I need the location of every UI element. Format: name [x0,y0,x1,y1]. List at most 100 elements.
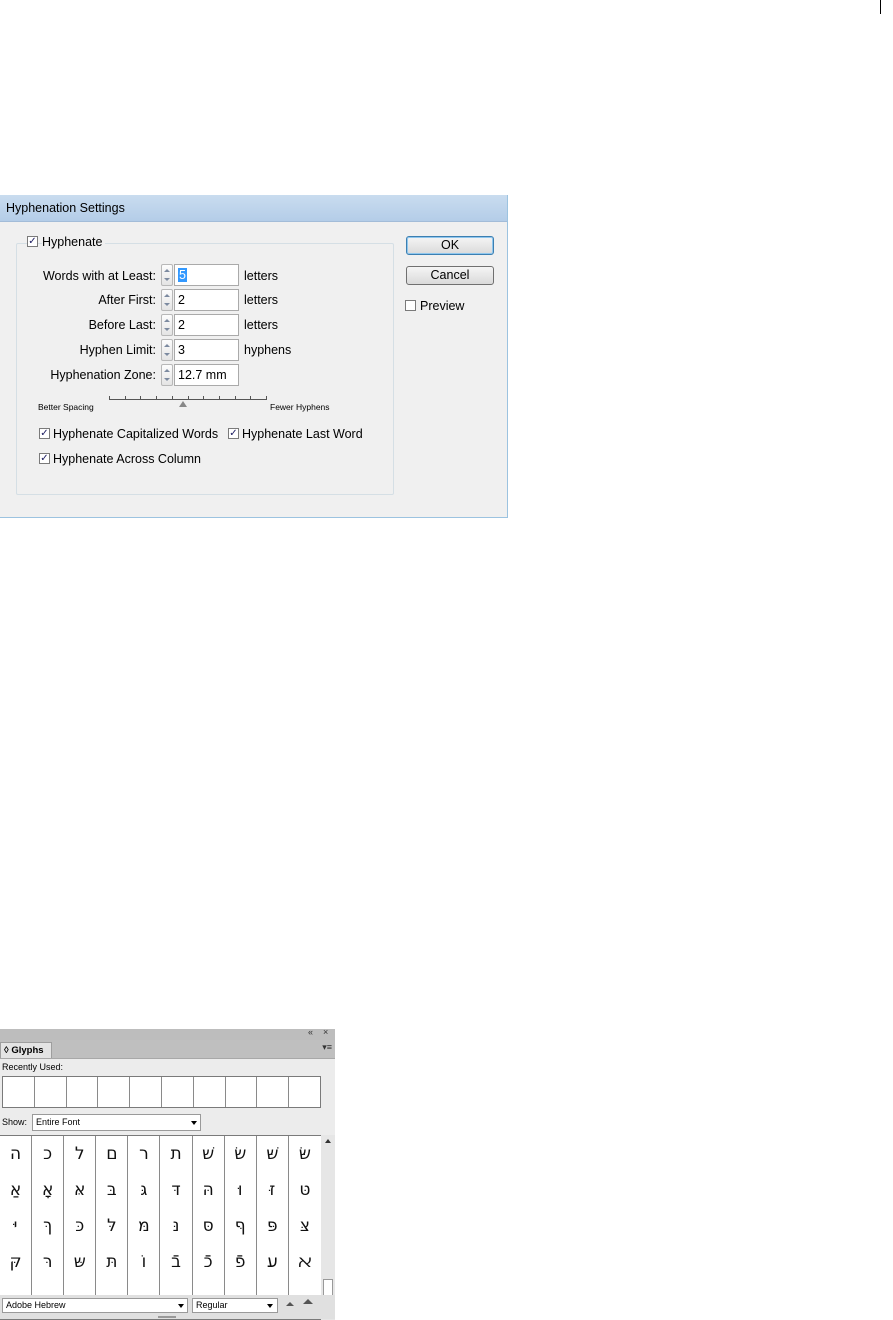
zoom-out-icon[interactable] [286,1302,294,1306]
preview-checkbox[interactable] [405,300,416,311]
close-icon[interactable]: × [323,1027,328,1037]
after-first-unit: letters [244,293,279,307]
glyph-cell[interactable]: כֿ [193,1244,225,1280]
recent-glyph-slot[interactable] [194,1077,226,1107]
glyph-cell[interactable]: יּ [0,1208,33,1244]
scroll-up-icon[interactable] [325,1139,331,1143]
glyph-cell[interactable]: הּ [193,1172,225,1208]
glyph-cell[interactable]: אָ [32,1172,65,1208]
glyph-cell[interactable]: אּ [64,1172,97,1208]
stepper-down-icon[interactable] [164,278,170,281]
tab-glyphs[interactable]: ◊ Glyphs [0,1042,52,1058]
recent-glyph-slot[interactable] [35,1077,67,1107]
glyph-cell[interactable]: בֿ [160,1244,193,1280]
glyph-cell[interactable]: זּ [257,1172,289,1208]
glyph-cell[interactable]: לּ [96,1208,129,1244]
glyph-cell[interactable]: שׂ [225,1136,257,1172]
glyph-cell[interactable]: ם [96,1136,129,1172]
glyph-cell[interactable]: ה [0,1136,33,1172]
recent-glyph-slot[interactable] [289,1077,320,1107]
glyph-cell[interactable]: וֹ [128,1244,161,1280]
glyph-cell[interactable]: שּׁ [257,1136,289,1172]
glyph-cell[interactable]: פּ [257,1208,289,1244]
recent-glyph-slot[interactable] [257,1077,290,1107]
glyph-cell[interactable]: נּ [160,1208,193,1244]
stepper-down-icon[interactable] [164,303,170,306]
ok-button[interactable]: OK [406,236,494,255]
stepper-up-icon[interactable] [164,294,170,297]
after-first-stepper[interactable] [161,289,173,311]
glyph-cell[interactable]: צּ [289,1208,321,1244]
stepper-up-icon[interactable] [164,319,170,322]
last-word-label: Hyphenate Last Word [242,427,363,441]
last-word-checkbox[interactable]: ✓ [228,428,239,439]
panel-tab-row: ◊ Glyphs ▾≡ [0,1040,335,1059]
stepper-up-icon[interactable] [164,344,170,347]
zoom-in-icon[interactable] [303,1299,313,1304]
capitalized-words-checkbox[interactable]: ✓ [39,428,50,439]
hyphen-limit-field[interactable]: 3 [174,339,239,361]
glyph-cell[interactable]: שּׂ [289,1136,321,1172]
hyphenation-zone-stepper[interactable] [161,364,173,386]
glyph-cell[interactable]: רּ [32,1244,65,1280]
stepper-up-icon[interactable] [164,369,170,372]
glyph-cell[interactable]: כּ [64,1208,97,1244]
glyph-cell[interactable]: ר [128,1136,161,1172]
glyph-cell[interactable]: ךּ [32,1208,65,1244]
before-last-stepper[interactable] [161,314,173,336]
recent-glyph-slot[interactable] [98,1077,131,1107]
before-last-label: Before Last: [88,318,156,332]
glyph-cell[interactable]: ףּ [225,1208,257,1244]
checkmark-icon: ✓ [40,453,49,464]
recent-glyph-slot[interactable] [226,1077,258,1107]
panel-menu-icon[interactable]: ▾≡ [322,1042,332,1053]
glyph-cell[interactable]: וּ [225,1172,257,1208]
glyph-cell[interactable]: כ [32,1136,65,1172]
hyphen-limit-stepper[interactable] [161,339,173,361]
slider-tick [250,396,251,400]
hyphenation-slider-thumb[interactable] [178,401,187,407]
collapse-icon[interactable]: « [308,1027,313,1037]
glyph-cell[interactable]: בּ [96,1172,129,1208]
recent-glyph-slot[interactable] [162,1077,194,1107]
glyph-cell[interactable]: גּ [128,1172,161,1208]
glyph-cell[interactable]: תּ [96,1244,129,1280]
words-min-field[interactable]: 5 [174,264,239,286]
capitalized-words-label: Hyphenate Capitalized Words [53,427,219,441]
glyph-cell[interactable]: ﬡ [289,1244,321,1280]
glyph-cell[interactable]: שּ [64,1244,97,1280]
font-style-select[interactable]: Regular [192,1298,278,1313]
glyph-cell[interactable]: קּ [0,1244,33,1280]
glyph-cell[interactable]: ﬠ [257,1244,289,1280]
glyph-cell[interactable]: סּ [193,1208,225,1244]
stepper-down-icon[interactable] [164,328,170,331]
font-family-select[interactable]: Adobe Hebrew [2,1298,188,1313]
show-select[interactable]: Entire Font [32,1114,201,1131]
hyphenate-checkbox[interactable]: ✓ [27,236,38,247]
glyph-cell[interactable]: שׁ [193,1136,225,1172]
after-first-field[interactable]: 2 [174,289,239,311]
glyph-grid-scrollbar[interactable] [321,1135,335,1320]
glyph-cell[interactable]: אַ [0,1172,33,1208]
recent-glyph-slot[interactable] [130,1077,162,1107]
recent-glyph-slot[interactable] [3,1077,35,1107]
scrollbar-thumb[interactable] [323,1279,333,1296]
words-min-stepper[interactable] [161,264,173,286]
hyphenate-label: Hyphenate [42,235,106,249]
glyph-cell[interactable]: דּ [160,1172,193,1208]
before-last-field[interactable]: 2 [174,314,239,336]
recent-glyph-slot[interactable] [67,1077,99,1107]
glyph-cell[interactable]: טּ [289,1172,321,1208]
stepper-down-icon[interactable] [164,378,170,381]
glyph-cell[interactable]: ל [64,1136,97,1172]
glyph-cell[interactable]: פֿ [225,1244,257,1280]
cancel-button[interactable]: Cancel [406,266,494,285]
hyphenation-zone-field[interactable]: 12.7 mm [174,364,239,386]
stepper-down-icon[interactable] [164,353,170,356]
after-first-label: After First: [98,293,156,307]
glyph-cell[interactable]: מּ [128,1208,161,1244]
across-column-checkbox[interactable]: ✓ [39,453,50,464]
glyph-cell[interactable]: ת [160,1136,193,1172]
resize-grip[interactable] [158,1316,176,1318]
stepper-up-icon[interactable] [164,269,170,272]
